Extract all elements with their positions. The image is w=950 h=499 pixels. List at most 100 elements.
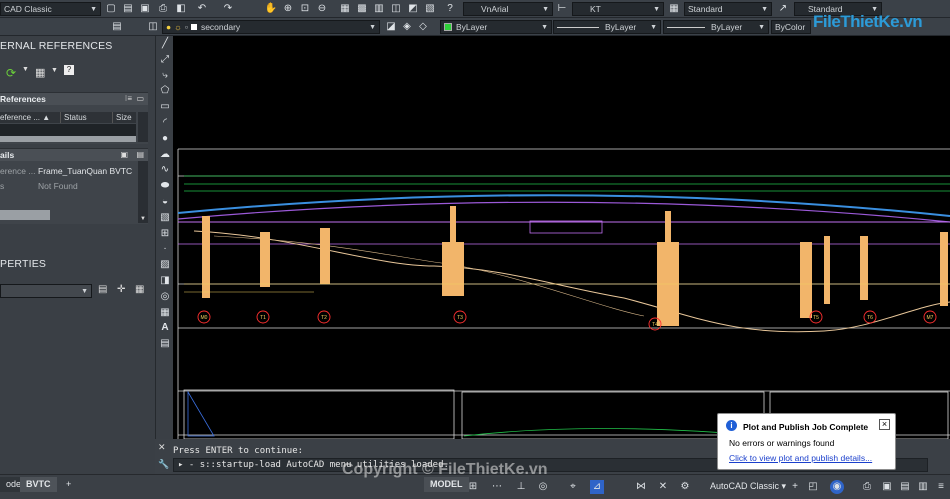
workspace-combo[interactable]: CAD Classic ▼ bbox=[0, 2, 101, 16]
line-icon[interactable]: ╱ bbox=[156, 36, 174, 52]
preview-view-icon[interactable]: ▤ bbox=[136, 150, 144, 159]
snap-icon[interactable]: ⋯ bbox=[490, 480, 504, 494]
tool-palette-icon[interactable]: ▥ bbox=[372, 2, 386, 16]
toggle-pickadd-icon[interactable]: ▤ bbox=[98, 284, 107, 295]
annotation-visibility-icon[interactable]: ✕ bbox=[656, 480, 670, 494]
ellipse-icon[interactable]: ⬬ bbox=[156, 178, 174, 194]
clean-screen-icon[interactable]: ▣ bbox=[880, 480, 894, 494]
properties-icon[interactable]: ▦ bbox=[338, 2, 352, 16]
construction-line-icon[interactable]: ⤢ bbox=[156, 52, 174, 68]
linetype-combo[interactable]: ByLayer ▼ bbox=[553, 20, 661, 34]
horizontal-scrollbar[interactable] bbox=[0, 136, 136, 142]
help-icon[interactable]: ? bbox=[443, 2, 457, 16]
gradient-icon[interactable]: ◨ bbox=[156, 273, 174, 289]
redo-icon[interactable]: ↷ bbox=[221, 2, 235, 16]
undo-icon[interactable]: ↶ bbox=[195, 2, 209, 16]
preview-icon[interactable]: ◧ bbox=[174, 2, 188, 16]
dim-style-combo[interactable]: KT ▼ bbox=[572, 2, 664, 16]
open-icon[interactable]: ▤ bbox=[121, 2, 135, 16]
markup-icon[interactable]: ◩ bbox=[406, 2, 420, 16]
customization-icon[interactable]: ▥ bbox=[916, 480, 930, 494]
column-status[interactable]: Status bbox=[60, 112, 112, 123]
save-icon[interactable]: ▣ bbox=[138, 2, 152, 16]
make-block-icon[interactable]: ⊞ bbox=[156, 226, 174, 242]
details-scrollbar[interactable] bbox=[0, 210, 50, 220]
annotation-scale-icon[interactable]: ⋈ bbox=[634, 480, 648, 494]
column-size[interactable]: Size bbox=[112, 112, 136, 123]
table-style-combo[interactable]: Standard ▼ bbox=[684, 2, 772, 16]
drawing-canvas[interactable]: M0 T1 T2 T3 T4 T5 T6 M7 bbox=[174, 36, 950, 440]
layer-combo[interactable]: ● ☼ ▫ secondary ▼ bbox=[162, 20, 380, 34]
layer-manager-icon[interactable]: ▤ bbox=[110, 20, 124, 34]
model-space-button[interactable]: MODEL bbox=[424, 477, 469, 492]
plotstyle-combo[interactable]: ByColor bbox=[771, 20, 811, 34]
plot-status-icon[interactable]: ⎙ bbox=[860, 480, 874, 494]
calculator-icon[interactable]: ▧ bbox=[423, 2, 437, 16]
dim-style-icon[interactable]: ⊢ bbox=[555, 2, 569, 16]
multileader-style-icon[interactable]: ↗ bbox=[776, 2, 790, 16]
ellipse-arc-icon[interactable]: ◒ bbox=[156, 194, 174, 210]
text-style-combo[interactable]: VnArial ▼ bbox=[463, 2, 553, 16]
new-file-icon[interactable]: ▢ bbox=[104, 2, 118, 16]
grid-icon[interactable]: ⊞ bbox=[466, 480, 480, 494]
workspace-switch-icon[interactable]: ⚙ bbox=[678, 480, 692, 494]
ortho-icon[interactable]: ⊥ bbox=[514, 480, 528, 494]
hatch-icon[interactable]: ▨ bbox=[156, 257, 174, 273]
table-icon[interactable]: ▦ bbox=[156, 305, 174, 321]
zoom-previous-icon[interactable]: ⊖ bbox=[315, 2, 329, 16]
add-icon[interactable]: + bbox=[788, 480, 802, 494]
notification-icon[interactable]: ▤ bbox=[898, 480, 912, 494]
tab-bvtc[interactable]: BVTC bbox=[20, 477, 57, 492]
customize-icon[interactable]: 🔧 bbox=[158, 459, 169, 470]
hardware-acceleration-icon[interactable]: ◰ bbox=[806, 480, 820, 494]
insert-block-icon[interactable]: ▧ bbox=[156, 210, 174, 226]
tree-view-icon[interactable]: ▭ bbox=[136, 94, 144, 103]
design-center-icon[interactable]: ▩ bbox=[355, 2, 369, 16]
details-view-icon[interactable]: ▣ bbox=[120, 150, 128, 159]
close-icon[interactable]: ✕ bbox=[158, 442, 166, 453]
quick-select-icon[interactable]: ▦ bbox=[135, 284, 144, 295]
chevron-down-icon[interactable]: ▼ bbox=[51, 67, 58, 74]
lineweight-combo[interactable]: ByLayer ▼ bbox=[663, 20, 769, 34]
menu-icon[interactable]: ≡ bbox=[934, 480, 948, 494]
table-style-icon[interactable]: ▦ bbox=[667, 2, 681, 16]
polygon-icon[interactable]: ⬠ bbox=[156, 83, 174, 99]
polyline-icon[interactable]: ⤷ bbox=[156, 68, 174, 84]
layer-isolate-icon[interactable]: ◇ bbox=[416, 20, 430, 34]
zoom-realtime-icon[interactable]: ⊕ bbox=[281, 2, 295, 16]
region-icon[interactable]: ◎ bbox=[156, 289, 174, 305]
chevron-down-icon[interactable]: ▼ bbox=[22, 66, 29, 73]
refresh-icon[interactable]: ▦ bbox=[35, 66, 45, 79]
rectangle-icon[interactable]: ▭ bbox=[156, 99, 174, 115]
layer-previous-icon[interactable]: ◈ bbox=[400, 20, 414, 34]
point-icon[interactable]: · bbox=[156, 241, 174, 257]
sheet-set-icon[interactable]: ◫ bbox=[389, 2, 403, 16]
zoom-window-icon[interactable]: ⊡ bbox=[298, 2, 312, 16]
list-view-icon[interactable]: ⁝≡ bbox=[125, 94, 132, 103]
object-selection-combo[interactable]: ▼ bbox=[0, 284, 92, 298]
revcloud-icon[interactable]: ☁ bbox=[156, 147, 174, 163]
plot-details-link[interactable]: Click to view plot and publish details..… bbox=[729, 453, 872, 463]
references-list[interactable] bbox=[0, 124, 136, 136]
tab-add[interactable]: + bbox=[60, 477, 77, 492]
circle-icon[interactable]: ● bbox=[156, 131, 174, 147]
attach-dwg-icon[interactable]: ⟳ bbox=[6, 66, 16, 80]
details-vscroll[interactable]: ▼ bbox=[138, 161, 148, 223]
make-current-icon[interactable]: ◪ bbox=[384, 20, 398, 34]
color-combo[interactable]: ByLayer ▼ bbox=[440, 20, 552, 34]
dynamic-input-icon[interactable]: ⊿ bbox=[590, 480, 604, 494]
column-reference[interactable]: eference ... ▲ bbox=[0, 112, 60, 123]
references-scrollbar[interactable] bbox=[138, 112, 148, 142]
layer-states-icon[interactable]: ◫ bbox=[146, 20, 160, 34]
workspace-label[interactable]: AutoCAD Classic ▾ bbox=[704, 479, 792, 494]
object-snap-icon[interactable]: ⌖ bbox=[566, 480, 580, 494]
polar-icon[interactable]: ◎ bbox=[536, 480, 550, 494]
arc-icon[interactable]: ◜ bbox=[156, 115, 174, 131]
spline-icon[interactable]: ∿ bbox=[156, 162, 174, 178]
close-icon[interactable]: × bbox=[879, 419, 890, 430]
pan-icon[interactable]: ✋ bbox=[264, 2, 278, 16]
add-selected-icon[interactable]: ▤ bbox=[156, 336, 174, 352]
help-icon[interactable]: ? bbox=[64, 65, 74, 75]
print-icon[interactable]: ⎙ bbox=[156, 2, 170, 16]
mtext-icon[interactable]: A bbox=[156, 320, 174, 336]
